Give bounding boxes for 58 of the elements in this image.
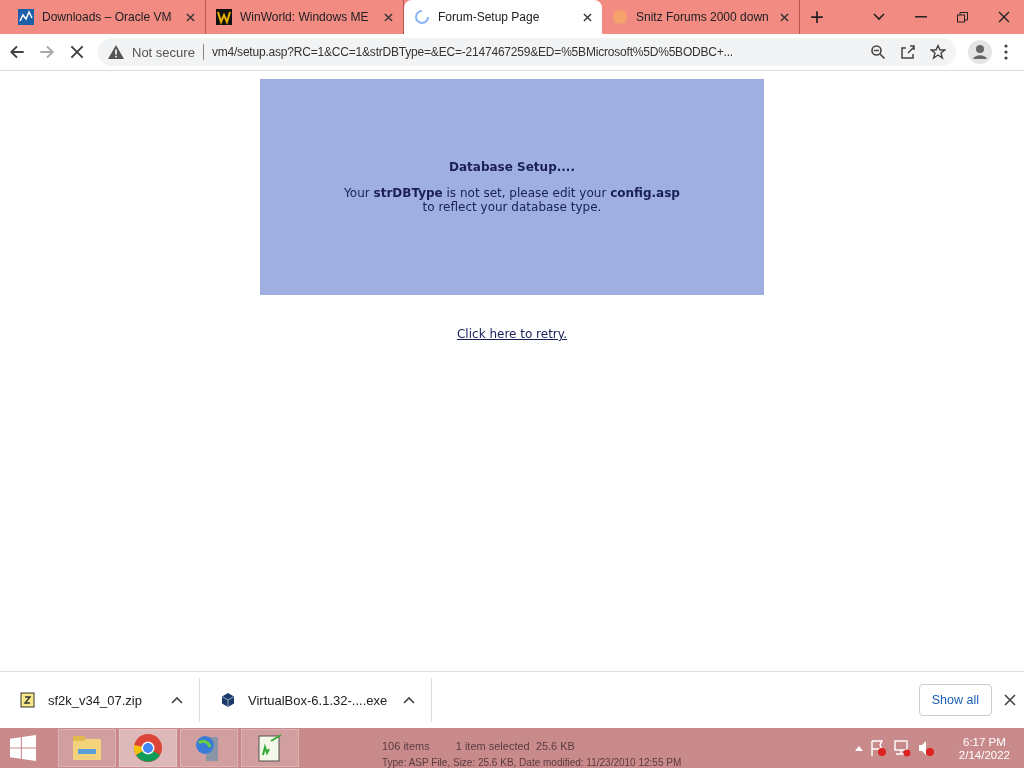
stop-icon[interactable]	[68, 43, 86, 61]
show-all-button[interactable]: Show all	[918, 684, 992, 716]
windows-start-icon[interactable]	[10, 735, 36, 761]
close-icon[interactable]	[384, 12, 393, 22]
share-icon[interactable]	[900, 44, 916, 60]
caret-icon[interactable]	[171, 696, 183, 704]
browser-tab[interactable]: WinWorld: Windows ME	[206, 0, 404, 34]
folder-icon	[72, 735, 102, 761]
cube-icon	[220, 692, 236, 708]
taskbar-app[interactable]	[119, 729, 177, 767]
menu-icon[interactable]	[1004, 44, 1008, 60]
chevron-down-icon[interactable]	[873, 13, 885, 21]
close-icon[interactable]	[583, 12, 592, 22]
browser-tab[interactable]: Forum-Setup Page	[404, 0, 602, 34]
restore-icon[interactable]	[957, 11, 968, 23]
flag-icon[interactable]	[868, 739, 887, 757]
setup-heading: Database Setup....	[449, 160, 575, 174]
status-text: 106 items	[382, 740, 430, 752]
security-label: Not secure	[132, 44, 195, 60]
clock-date: 2/14/2022	[958, 748, 1010, 761]
new-tab-button[interactable]: +	[810, 5, 824, 29]
status-text: 1 item selected 25.6 KB	[455, 740, 575, 752]
network-icon[interactable]	[892, 739, 911, 757]
close-icon[interactable]	[1004, 694, 1016, 706]
tab-title: Downloads – Oracle VM	[42, 10, 173, 24]
minimize-icon[interactable]	[915, 16, 927, 18]
star-icon[interactable]	[930, 44, 946, 60]
chevron-up-icon[interactable]	[854, 745, 863, 751]
setup-message: to reflect your database type.	[422, 200, 602, 214]
speaker-icon[interactable]	[916, 739, 935, 757]
back-arrow-icon[interactable]	[8, 43, 26, 61]
setup-message: Your strDBType is not set, please edit your config.asp	[344, 186, 680, 200]
download-filename[interactable]: VirtualBox-6.1.32-....exe	[248, 692, 391, 708]
tab-title: Forum-Setup Page	[438, 10, 541, 24]
browser-tab[interactable]: Snitz Forums 2000 down	[602, 0, 800, 34]
caret-icon[interactable]	[403, 696, 415, 704]
tab-title: WinWorld: Windows ME	[240, 10, 370, 24]
warning-icon	[108, 45, 124, 59]
circle-icon	[612, 9, 628, 25]
close-icon[interactable]	[998, 11, 1010, 23]
chrome-logo-icon	[133, 733, 163, 763]
download-filename[interactable]: sf2k_v34_07.zip	[48, 692, 159, 708]
clock-time: 6:17 PM	[963, 735, 1006, 748]
close-icon[interactable]	[186, 12, 195, 22]
zoom-icon[interactable]	[870, 44, 886, 60]
chart-icon	[18, 9, 34, 25]
details-text: Type: ASP File, Size: 25.6 KB, Date modified: 11/23/2010 12:55 PM	[382, 758, 683, 768]
profile-avatar-icon[interactable]	[968, 40, 992, 64]
loading-spinner-icon	[414, 9, 430, 25]
address-bar[interactable]: Not secure vm4/setup.asp?RC=1&CC=1&strDBType=&EC=-2147467259&ED=%5BMicrosoft%5D%5BODBC+...	[98, 38, 956, 66]
retry-link[interactable]: Click here to retry.	[457, 327, 567, 341]
close-icon[interactable]	[780, 12, 789, 22]
zip-file-icon	[20, 692, 36, 708]
url-text: vm4/setup.asp?RC=1&CC=1&strDBType=&EC=-2147467259&ED=%5BMicrosoft%5D%5BODBC+...	[211, 45, 734, 59]
taskbar-app[interactable]	[241, 729, 299, 767]
tab-title: Snitz Forums 2000 down	[636, 10, 770, 24]
w-logo-icon	[216, 9, 232, 25]
browser-tab[interactable]: Downloads – Oracle VM	[8, 0, 206, 34]
